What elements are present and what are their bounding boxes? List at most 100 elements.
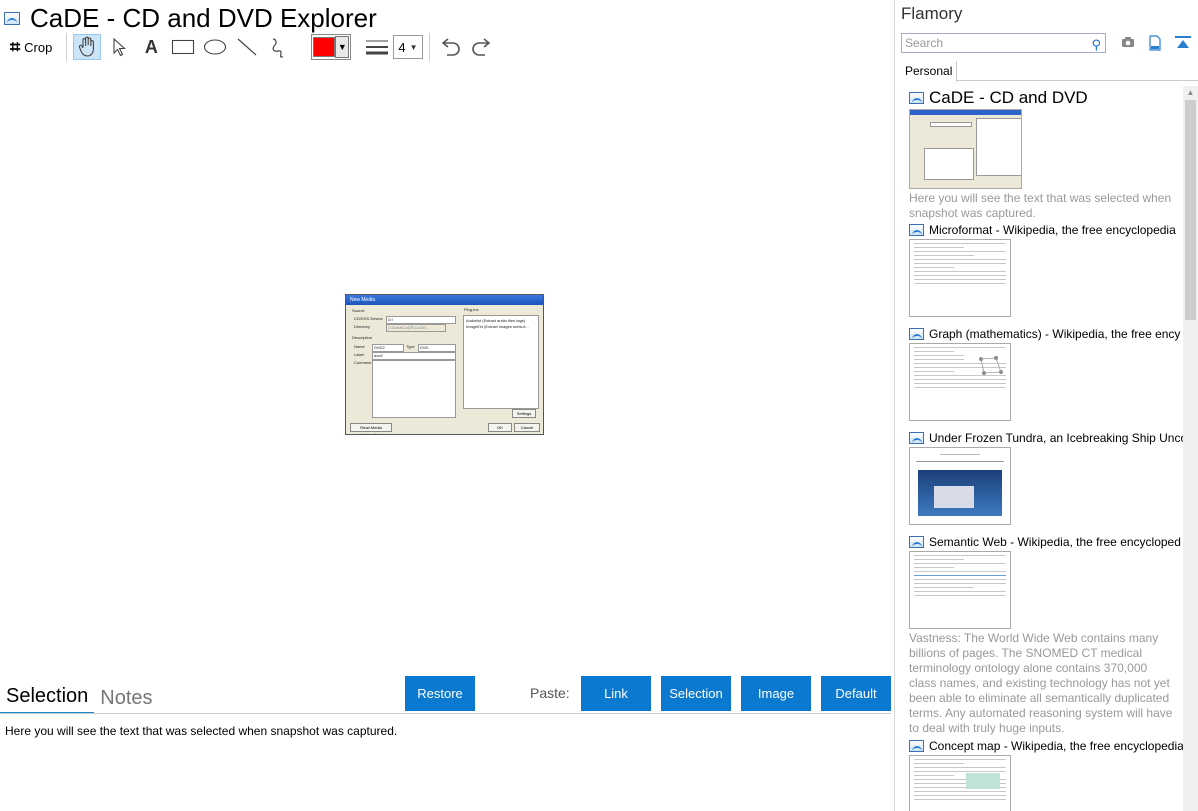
dialog-description-label: Description [352, 335, 373, 340]
list-item-thumbnail [909, 551, 1011, 629]
snapshot-list: CaDE - CD and DVD Here you will see the … [895, 86, 1185, 811]
scroll-up-icon[interactable]: ▲ [1183, 86, 1198, 100]
undo-icon [442, 38, 461, 56]
freehand-tool-button[interactable] [265, 34, 293, 60]
list-item-title: Microformat - Wikipedia, the free encycl… [929, 223, 1176, 237]
list-item-description: Here you will see the text that was sele… [909, 191, 1172, 220]
toolbar-separator [429, 33, 431, 61]
search-icon[interactable]: ⚲ [1091, 36, 1101, 54]
list-item-description: Vastness: The World Wide Web contains ma… [909, 631, 1173, 735]
undo-button[interactable] [436, 34, 464, 60]
app-icon [909, 92, 924, 104]
hand-tool-button[interactable] [73, 34, 102, 60]
restore-button[interactable]: Restore [405, 676, 475, 711]
sidebar-title: Flamory [901, 4, 963, 23]
list-item-title: CaDE - CD and DVD [929, 88, 1088, 107]
chevron-down-icon: ▼ [335, 36, 350, 58]
dialog-device-label: CD/DVD Device [354, 316, 383, 321]
list-item[interactable]: Concept map - Wikipedia, the free encycl… [909, 738, 1184, 811]
dialog-read-button: Read Media Information [350, 423, 392, 434]
dialog-plugins-label: Plug-ins [464, 307, 479, 312]
collapse-icon[interactable] [1175, 35, 1191, 54]
list-item[interactable]: Microformat - Wikipedia, the free encycl… [909, 222, 1184, 317]
list-item-title: Under Frozen Tundra, an Icebreaking Ship… [929, 431, 1184, 445]
hand-icon [79, 36, 95, 57]
search-placeholder: Search [905, 36, 944, 50]
rectangle-icon [172, 39, 195, 55]
app-icon [4, 11, 20, 25]
redo-button[interactable] [468, 34, 496, 60]
crop-icon: ⌗ [10, 36, 21, 57]
tab-personal[interactable]: Personal [901, 61, 958, 83]
paste-image-button[interactable]: Image [741, 676, 811, 711]
line-tool-button[interactable] [233, 34, 261, 60]
dialog-ok-button: OK [488, 423, 512, 432]
dialog-settings-button: Settings [512, 409, 536, 418]
dialog-label-field: dvd2 [372, 352, 456, 360]
ellipse-icon [204, 39, 227, 55]
redo-icon [472, 38, 491, 56]
color-picker[interactable]: ▼ [311, 34, 352, 60]
paste-link-button[interactable]: Link [581, 676, 651, 711]
scrollbar[interactable]: ▲ [1183, 86, 1198, 811]
rectangle-tool-button[interactable] [169, 34, 197, 60]
dialog-plugin-1: Audiolist (Extract audio files tags) [466, 318, 526, 323]
document-icon[interactable] [1149, 35, 1161, 54]
dialog-device-value: D:\ [388, 317, 394, 322]
dialog-plugins-list: Audiolist (Extract audio files tags) Ima… [463, 315, 539, 409]
snapshot-canvas[interactable]: New Media Source CD/DVD Device D:\ Direc… [0, 64, 894, 676]
list-item[interactable]: Graph (mathematics) - Wikipedia, the fre… [909, 326, 1184, 421]
bottom-panel: Selection Notes Restore Paste: Link Sele… [0, 676, 894, 811]
list-item[interactable]: Semantic Web - Wikipedia, the free encyc… [909, 534, 1184, 736]
bottom-tabs: Selection Notes [0, 676, 159, 714]
pointer-icon [113, 37, 127, 57]
search-input[interactable]: Search ⚲ [901, 33, 1106, 53]
line-width-value: 4 [398, 39, 406, 55]
list-item-thumbnail [909, 447, 1011, 525]
list-item-title-row: Microformat - Wikipedia, the free encycl… [909, 222, 1184, 238]
title-row: CaDE - CD and DVD Explorer [4, 4, 377, 32]
chevron-down-icon: ▼ [409, 42, 418, 52]
tab-notes[interactable]: Notes [94, 678, 158, 714]
dialog-type-field: DVD [418, 344, 456, 352]
list-item[interactable]: Under Frozen Tundra, an Icebreaking Ship… [909, 430, 1184, 525]
text-icon: A [144, 36, 158, 57]
app-icon [909, 224, 924, 236]
scrollbar-thumb[interactable] [1185, 100, 1196, 320]
line-width-button[interactable] [365, 34, 389, 60]
dialog-type-label: Type [406, 344, 415, 349]
text-tool-button[interactable]: A [137, 34, 165, 60]
crop-label: Crop [24, 39, 53, 55]
tab-selection[interactable]: Selection [0, 676, 95, 714]
snapshot-editor: CaDE - CD and DVD Explorer ⌗ Crop A ▼ 4 … [0, 0, 895, 811]
dialog-comment-label: Comment [354, 360, 372, 365]
dialog-device-field: D:\ [386, 316, 456, 324]
list-item-title: Semantic Web - Wikipedia, the free encyc… [929, 535, 1181, 549]
dialog-label-label: Label [354, 352, 364, 357]
list-item[interactable]: CaDE - CD and DVD Here you will see the … [909, 88, 1184, 221]
app-icon [909, 432, 924, 444]
dialog-cancel-button: Cancel [514, 423, 540, 432]
list-item-thumbnail [909, 343, 1011, 421]
line-width-select[interactable]: 4 ▼ [393, 35, 424, 59]
list-item-title-row: Semantic Web - Wikipedia, the free encyc… [909, 534, 1184, 550]
dialog-directory-value: C:\Data\CaDE\CaDE\... [388, 325, 430, 330]
paste-selection-button[interactable]: Selection [661, 676, 731, 711]
line-icon [237, 38, 257, 56]
paste-default-button[interactable]: Default [821, 676, 891, 711]
list-item-title: Graph (mathematics) - Wikipedia, the fre… [929, 327, 1181, 341]
app-icon [909, 740, 924, 752]
dialog-source-label: Source [352, 308, 365, 313]
list-item-title-row: Under Frozen Tundra, an Icebreaking Ship… [909, 430, 1184, 446]
dialog-type-value: DVD [420, 345, 429, 350]
page-title: CaDE - CD and DVD Explorer [30, 3, 377, 33]
list-item-title-row: CaDE - CD and DVD [909, 88, 1184, 108]
tab-divider [0, 713, 891, 714]
selection-text[interactable]: Here you will see the text that was sele… [5, 724, 397, 738]
toolbar: ⌗ Crop A ▼ 4 ▼ [6, 33, 500, 61]
crop-button[interactable]: ⌗ Crop [6, 34, 56, 60]
select-tool-button[interactable] [105, 34, 133, 60]
ellipse-tool-button[interactable] [201, 34, 229, 60]
app-icon [909, 328, 924, 340]
camera-icon[interactable] [1121, 35, 1135, 51]
